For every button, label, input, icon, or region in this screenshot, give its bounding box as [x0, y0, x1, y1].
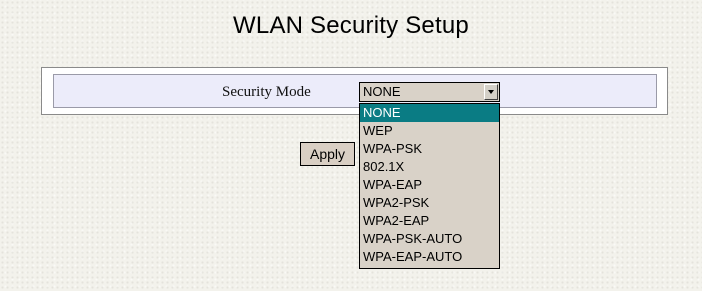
dropdown-option-wpa-eap[interactable]: WPA-EAP: [360, 176, 499, 194]
apply-button[interactable]: Apply: [300, 142, 355, 166]
security-mode-label: Security Mode: [222, 84, 311, 100]
dropdown-option-wpa-psk[interactable]: WPA-PSK: [360, 140, 499, 158]
chevron-down-icon[interactable]: [484, 84, 498, 100]
security-mode-select[interactable]: NONE: [359, 82, 500, 102]
dropdown-option-wpa-eap-auto[interactable]: WPA-EAP-AUTO: [360, 248, 499, 266]
page-title: WLAN Security Setup: [233, 12, 469, 39]
dropdown-option-none[interactable]: NONE: [360, 104, 499, 122]
security-form-panel: Security Mode: [41, 67, 668, 115]
security-mode-select-value: NONE: [363, 84, 401, 99]
dropdown-option-wpa-psk-auto[interactable]: WPA-PSK-AUTO: [360, 230, 499, 248]
dropdown-option-802-1x[interactable]: 802.1X: [360, 158, 499, 176]
dropdown-option-wep[interactable]: WEP: [360, 122, 499, 140]
security-mode-row: Security Mode: [53, 74, 657, 108]
security-mode-dropdown-list: NONE WEP WPA-PSK 802.1X WPA-EAP WPA2-PSK…: [359, 103, 500, 269]
dropdown-option-wpa2-eap[interactable]: WPA2-EAP: [360, 212, 499, 230]
dropdown-option-wpa2-psk[interactable]: WPA2-PSK: [360, 194, 499, 212]
